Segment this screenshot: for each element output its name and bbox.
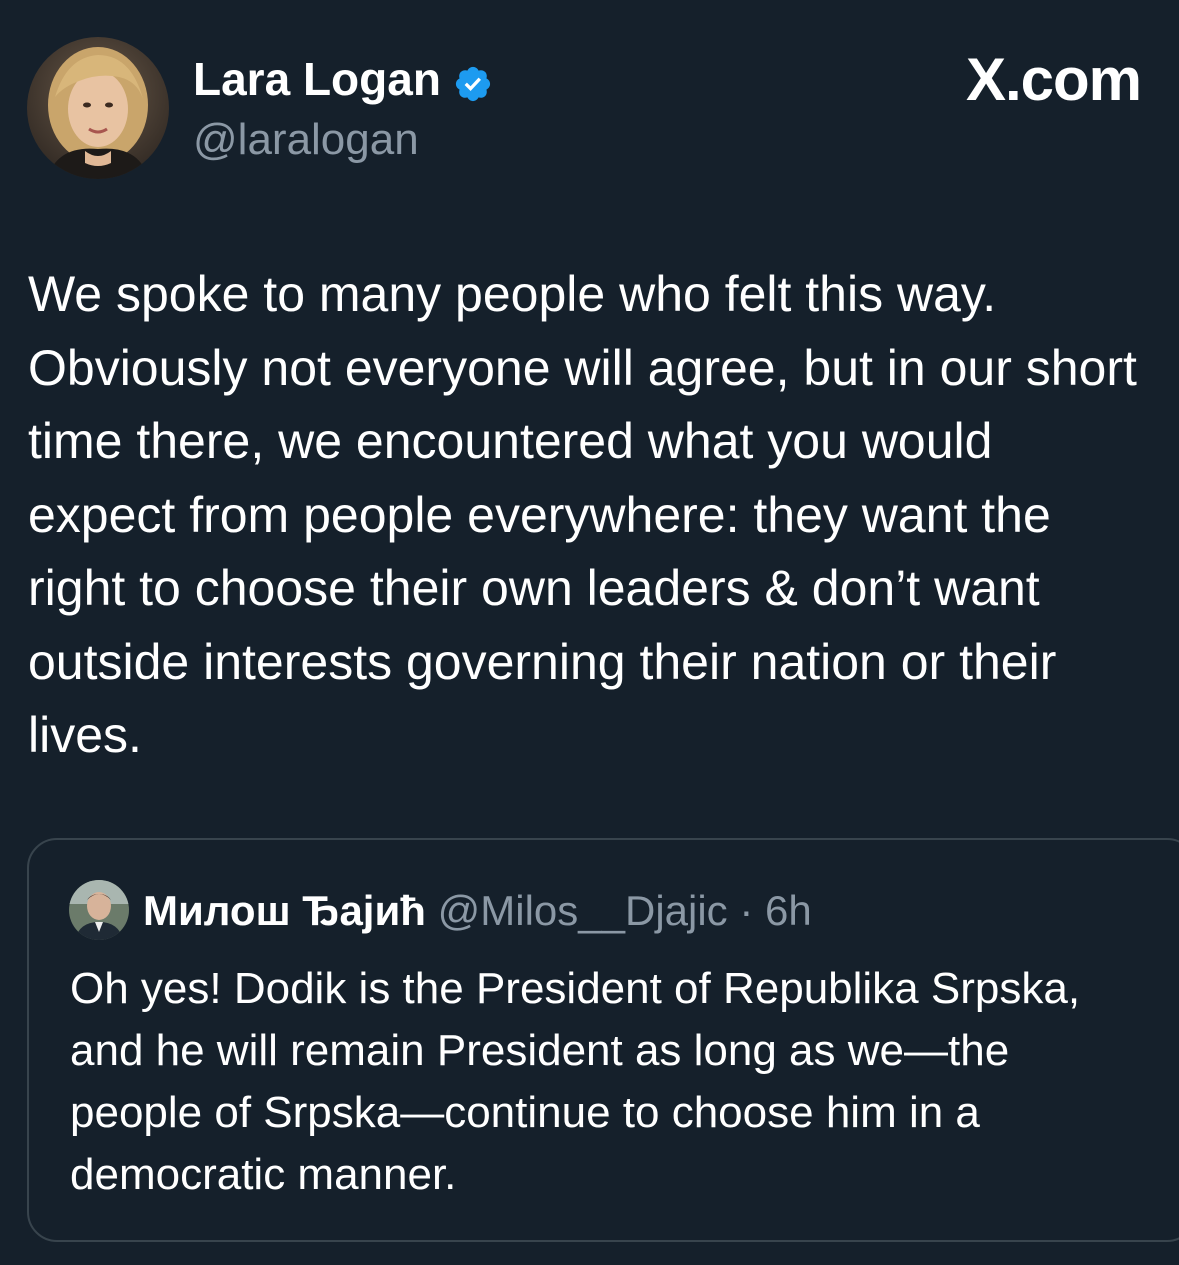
quoted-tweet-card[interactable]: Милош Ђајић @Milos__Djajic · 6h Oh yes! … [27, 838, 1179, 1242]
tweet-text: We spoke to many people who felt this wa… [28, 266, 1137, 763]
quoted-tweet-time[interactable]: 6h [765, 887, 812, 934]
quoted-author-handle[interactable]: @Milos__Djajic [438, 887, 728, 934]
x-logo-icon: X.com [965, 46, 1142, 113]
author-name-row[interactable]: Lara Logan [193, 50, 493, 108]
quoted-author-avatar[interactable] [69, 880, 129, 940]
author-handle[interactable]: @laralogan [193, 112, 419, 168]
quoted-tweet-text: Oh yes! Dodik is the President of Republ… [70, 964, 1081, 1199]
separator-dot: · [739, 887, 754, 934]
verified-badge-icon [453, 59, 493, 102]
author-name[interactable]: Lara Logan [193, 50, 441, 108]
quoted-tweet-header: Милош Ђајић @Milos__Djajic · 6h [143, 884, 812, 938]
author-avatar[interactable] [27, 37, 169, 179]
quoted-author-name[interactable]: Милош Ђајић [143, 887, 426, 934]
